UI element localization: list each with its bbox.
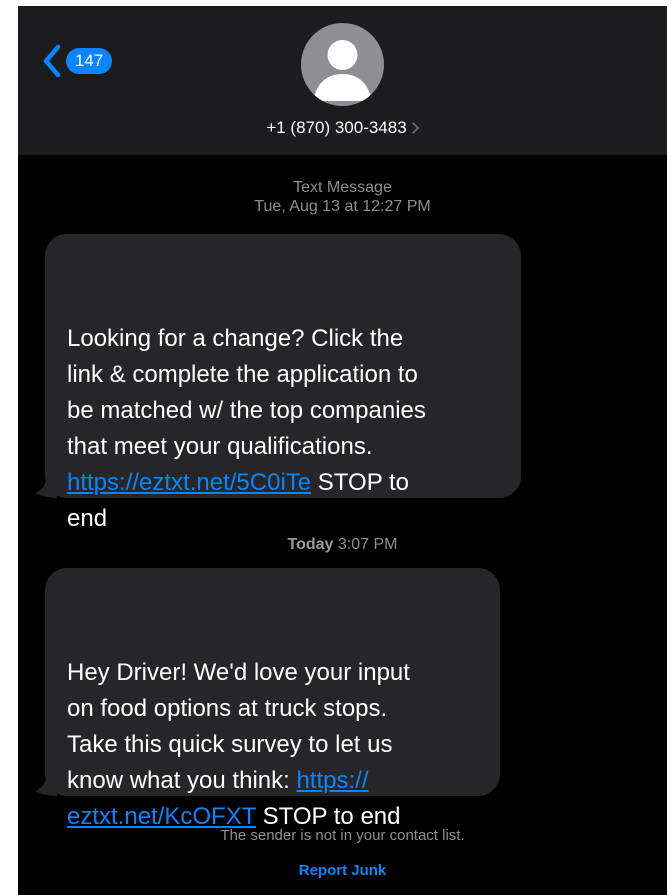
timestamp-date: Tue, Aug 13 xyxy=(254,198,340,215)
bubble-tail xyxy=(35,478,57,498)
timestamp-time: at 12:27 PM xyxy=(344,198,431,215)
message-link[interactable]: https://eztxt.net/5C0iTe xyxy=(67,469,311,496)
timestamp-day: Today xyxy=(287,536,334,553)
timestamp-time: 3:07 PM xyxy=(337,536,398,553)
timestamp-label: Text Message xyxy=(293,179,392,196)
back-button[interactable]: 147 xyxy=(42,44,112,78)
unread-count-badge: 147 xyxy=(66,48,112,74)
contact-details-link[interactable]: +1 (870) 300-3483 xyxy=(18,118,667,138)
timestamp-1: Text Message Tue, Aug 13 at 12:27 PM xyxy=(18,178,667,216)
message-bubble-1[interactable]: Looking for a change? Click the link & c… xyxy=(35,234,521,532)
message-text-end: STOP to end xyxy=(255,803,401,830)
message-link-part-1: https:// xyxy=(296,767,369,794)
message-bubble-2[interactable]: Hey Driver! We'd love your input on food… xyxy=(35,568,500,830)
chevron-left-icon xyxy=(43,44,61,78)
unknown-sender-note: The sender is not in your contact list. xyxy=(220,827,465,844)
messages-screen: 147 +1 (870) 300-3483 Text Message Tue, … xyxy=(18,6,667,895)
person-icon xyxy=(313,40,372,101)
contact-avatar[interactable] xyxy=(301,23,384,106)
message-link-part-2: eztxt.net/KcOFXT xyxy=(67,803,256,830)
conversation-header: 147 +1 (870) 300-3483 xyxy=(18,6,667,155)
bubble-tail xyxy=(35,776,57,796)
report-junk-button[interactable]: Report Junk xyxy=(18,862,667,879)
message-text: Looking for a change? Click the link & c… xyxy=(67,325,426,460)
timestamp-2: Today 3:07 PM xyxy=(18,535,667,554)
contact-number: +1 (870) 300-3483 xyxy=(266,118,407,137)
chevron-right-icon xyxy=(411,122,419,134)
